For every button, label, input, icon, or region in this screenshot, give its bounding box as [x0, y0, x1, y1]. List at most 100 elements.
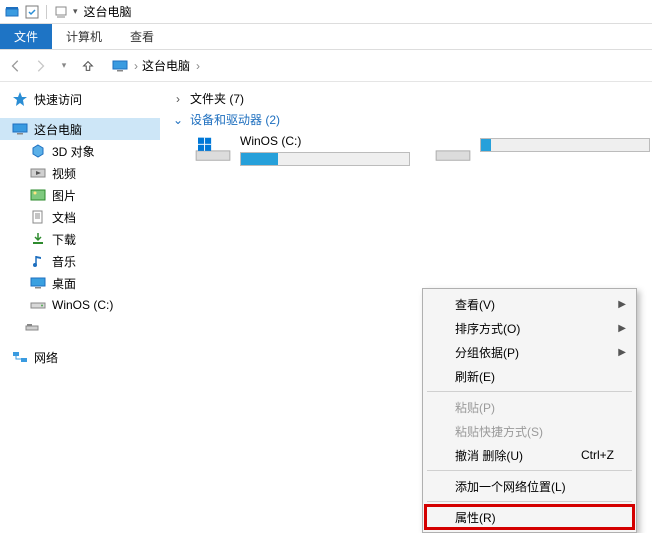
- tree-label: 视频: [52, 165, 76, 182]
- ribbon-tab-view[interactable]: 查看: [116, 24, 168, 49]
- chevron-down-icon[interactable]: ▾: [73, 6, 78, 17]
- quick-access-toolbar: ▾: [24, 4, 78, 20]
- ctx-shortcut: Ctrl+Z: [581, 448, 614, 462]
- qat-separator: [46, 5, 47, 19]
- breadcrumb-this-pc[interactable]: 这台电脑: [142, 57, 190, 74]
- ctx-paste-shortcut: 粘贴快捷方式(S): [425, 419, 634, 443]
- group-label: 文件夹 (7): [190, 90, 244, 107]
- tree-downloads[interactable]: 下载: [0, 228, 160, 250]
- qat-dropdown-icon[interactable]: [53, 4, 69, 20]
- pictures-icon: [30, 187, 46, 203]
- 3d-objects-icon: [30, 143, 46, 159]
- this-pc-icon: [12, 121, 28, 137]
- ctx-refresh[interactable]: 刷新(E): [425, 364, 634, 388]
- context-menu: 查看(V) ▶ 排序方式(O) ▶ 分组依据(P) ▶ 刷新(E) 粘贴(P) …: [422, 288, 637, 533]
- window-title: 这台电脑: [84, 3, 132, 20]
- tree-this-pc[interactable]: 这台电脑: [0, 118, 160, 140]
- group-devices[interactable]: ⌄ 设备和驱动器 (2): [172, 111, 644, 128]
- tree-label: 图片: [52, 187, 76, 204]
- tree-label: 3D 对象: [52, 143, 95, 160]
- drive-usage-bar: [240, 152, 410, 166]
- tree-spacer: [0, 338, 160, 346]
- tree-music[interactable]: 音乐: [0, 250, 160, 272]
- ctx-label: 粘贴(P): [455, 399, 495, 416]
- ribbon-tab-file[interactable]: 文件: [0, 24, 52, 49]
- submenu-arrow-icon: ▶: [618, 323, 626, 334]
- tree-label: 这台电脑: [34, 121, 82, 138]
- ctx-view[interactable]: 查看(V) ▶: [425, 292, 634, 316]
- nav-recent-dropdown-icon[interactable]: ▾: [54, 56, 74, 76]
- desktop-icon: [30, 275, 46, 291]
- ctx-label: 刷新(E): [455, 368, 495, 385]
- titlebar: ▾ 这台电脑: [0, 0, 652, 24]
- tree-quick-access[interactable]: 快速访问: [0, 88, 160, 110]
- drive-name: WinOS (C:): [240, 134, 410, 148]
- ctx-label: 分组依据(P): [455, 344, 519, 361]
- tree-desktop[interactable]: 桌面: [0, 272, 160, 294]
- ctx-paste: 粘贴(P): [425, 395, 634, 419]
- qat-properties-icon[interactable]: [24, 4, 40, 20]
- tree-network[interactable]: 网络: [0, 346, 160, 368]
- ctx-sort-by[interactable]: 排序方式(O) ▶: [425, 316, 634, 340]
- chevron-right-icon: ›: [172, 92, 184, 106]
- drive-os-icon: [194, 134, 232, 164]
- drive-icon: [30, 297, 46, 313]
- tree-label: 快速访问: [34, 91, 82, 108]
- tree-spacer: [0, 110, 160, 118]
- navigation-row: ▾ › 这台电脑 ›: [0, 50, 652, 82]
- ctx-label: 属性(R): [455, 509, 496, 526]
- address-bar[interactable]: › 这台电脑 ›: [106, 55, 206, 76]
- tree-label: 网络: [34, 349, 58, 366]
- ctx-undo-delete[interactable]: 撤消 删除(U) Ctrl+Z: [425, 443, 634, 467]
- tree-label: 文档: [52, 209, 76, 226]
- tree-3d-objects[interactable]: 3D 对象: [0, 140, 160, 162]
- ctx-label: 粘贴快捷方式(S): [455, 423, 543, 440]
- drives-list: WinOS (C:): [194, 134, 644, 166]
- tree-label: 桌面: [52, 275, 76, 292]
- ctx-label: 撤消 删除(U): [455, 447, 523, 464]
- tree-label: 下载: [52, 231, 76, 248]
- ctx-separator: [427, 391, 632, 392]
- tree-drive-c[interactable]: WinOS (C:): [0, 294, 160, 316]
- ctx-label: 查看(V): [455, 296, 495, 313]
- ctx-label: 排序方式(O): [455, 320, 520, 337]
- drive-usage-fill: [241, 153, 278, 165]
- ribbon-tabs: 文件 计算机 查看: [0, 24, 652, 50]
- group-folders[interactable]: › 文件夹 (7): [172, 90, 644, 107]
- videos-icon: [30, 165, 46, 181]
- navigation-pane: 快速访问 这台电脑 3D 对象 视频 图片 文档: [0, 82, 160, 511]
- system-menu-icon[interactable]: [4, 4, 20, 20]
- quick-access-icon: [12, 91, 28, 107]
- breadcrumb-separator[interactable]: ›: [196, 59, 200, 73]
- ctx-label: 添加一个网络位置(L): [455, 478, 566, 495]
- removable-drive-icon: [24, 319, 40, 335]
- submenu-arrow-icon: ▶: [618, 347, 626, 358]
- nav-up-icon[interactable]: [78, 56, 98, 76]
- ctx-add-network-location[interactable]: 添加一个网络位置(L): [425, 474, 634, 498]
- drive-icon: [434, 134, 472, 164]
- tree-pictures[interactable]: 图片: [0, 184, 160, 206]
- tree-videos[interactable]: 视频: [0, 162, 160, 184]
- ctx-group-by[interactable]: 分组依据(P) ▶: [425, 340, 634, 364]
- drive-item-secondary[interactable]: [434, 134, 634, 166]
- this-pc-icon: [112, 58, 128, 74]
- tree-label: 音乐: [52, 253, 76, 270]
- ctx-separator: [427, 501, 632, 502]
- ctx-properties[interactable]: 属性(R): [425, 505, 634, 529]
- drive-usage-bar: [480, 138, 650, 152]
- breadcrumb-separator: ›: [134, 59, 138, 73]
- network-icon: [12, 349, 28, 365]
- downloads-icon: [30, 231, 46, 247]
- tree-removable-drive[interactable]: [0, 316, 160, 338]
- tree-documents[interactable]: 文档: [0, 206, 160, 228]
- drive-item-c[interactable]: WinOS (C:): [194, 134, 394, 166]
- documents-icon: [30, 209, 46, 225]
- music-icon: [30, 253, 46, 269]
- submenu-arrow-icon: ▶: [618, 299, 626, 310]
- chevron-down-icon: ⌄: [172, 113, 184, 127]
- ctx-separator: [427, 470, 632, 471]
- nav-back-icon[interactable]: [6, 56, 26, 76]
- group-label: 设备和驱动器 (2): [190, 111, 280, 128]
- nav-forward-icon[interactable]: [30, 56, 50, 76]
- ribbon-tab-computer[interactable]: 计算机: [52, 24, 116, 49]
